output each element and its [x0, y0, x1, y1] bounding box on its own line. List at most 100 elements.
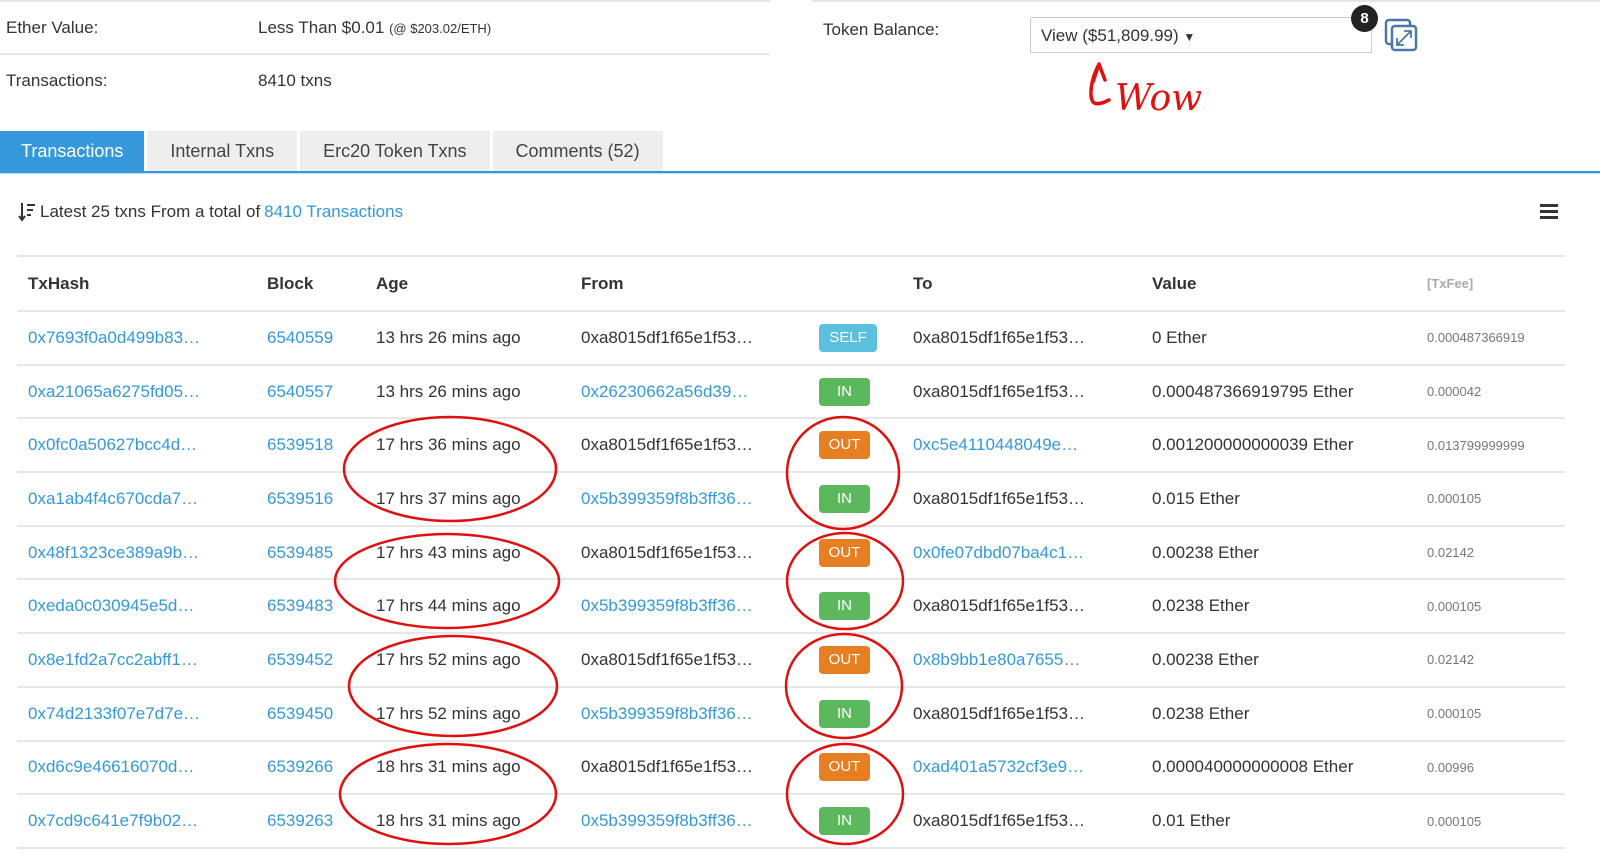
col-txfee: [TxFee] — [1416, 255, 1565, 312]
token-count-badge: 8 — [1351, 5, 1378, 32]
to-address: 0xa8015df1f65e1f53… — [913, 703, 1086, 723]
txhash-link[interactable]: 0x74d2133f07e7d7e… — [28, 704, 200, 723]
block-link[interactable]: 6539516 — [267, 489, 333, 508]
wow-text: Wow! — [1115, 78, 1205, 119]
value-cell: 0 Ether — [1141, 311, 1416, 366]
age-cell: 18 hrs 31 mins ago — [365, 794, 570, 849]
direction-badge: IN — [819, 592, 870, 621]
block-link[interactable]: 6539266 — [267, 757, 333, 776]
token-balance-label: Token Balance: — [823, 20, 940, 39]
from-address[interactable]: 0x5b399359f8b3ff36… — [581, 704, 753, 723]
sort-icon[interactable] — [18, 202, 36, 222]
txfee-cell: 0.000105 — [1416, 794, 1565, 849]
table-row: 0x7cd9c641e7f9b02… 6539263 18 hrs 31 min… — [17, 794, 1565, 849]
tab-transactions[interactable]: Transactions — [0, 131, 145, 172]
txhash-link[interactable]: 0x7cd9c641e7f9b02… — [28, 811, 198, 830]
txfee-cell: 0.000105 — [1416, 686, 1565, 742]
table-row: 0xd6c9e46616070d… 6539266 18 hrs 31 mins… — [17, 740, 1565, 796]
age-cell: 17 hrs 52 mins ago — [365, 633, 570, 688]
transactions-table: TxHash Block Age From To Value [TxFee] 0… — [17, 255, 1565, 849]
to-address: 0xa8015df1f65e1f53… — [913, 327, 1086, 347]
value-cell: 0.001200000000039 Ether — [1141, 418, 1416, 474]
direction-badge: SELF — [819, 323, 877, 352]
to-address: 0xa8015df1f65e1f53… — [913, 381, 1086, 401]
ether-value-row: Ether Value: Less Than $0.01 (@ $203.02/… — [0, 0, 770, 53]
block-link[interactable]: 6539485 — [267, 543, 333, 562]
txhash-link[interactable]: 0xd6c9e46616070d… — [28, 757, 194, 776]
to-address[interactable]: 0x0fe07dbd07ba4c1… — [913, 543, 1084, 562]
tab-internal-txns[interactable]: Internal Txns — [147, 131, 298, 172]
table-row: 0x8e1fd2a7cc2abff1… 6539452 17 hrs 52 mi… — [17, 633, 1565, 688]
col-age: Age — [365, 255, 570, 312]
age-cell: 17 hrs 52 mins ago — [365, 686, 570, 742]
col-from: From — [570, 255, 808, 312]
txhash-link[interactable]: 0x48f1323ce389a9b… — [28, 543, 199, 562]
expand-icon[interactable] — [1384, 18, 1418, 52]
to-address: 0xa8015df1f65e1f53… — [913, 596, 1086, 616]
direction-badge: OUT — [819, 753, 870, 782]
block-link[interactable]: 6539518 — [267, 435, 333, 454]
block-link[interactable]: 6539450 — [267, 704, 333, 723]
value-cell: 0.0238 Ether — [1141, 686, 1416, 742]
to-address: 0xa8015df1f65e1f53… — [913, 811, 1086, 831]
txhash-link[interactable]: 0xa21065a6275fd05… — [28, 382, 200, 401]
block-link[interactable]: 6539452 — [267, 650, 333, 669]
value-cell: 0.000040000000008 Ether — [1141, 740, 1416, 796]
to-address[interactable]: 0x8b9bb1e80a7655… — [913, 650, 1080, 669]
value-cell: 0.01 Ether — [1141, 794, 1416, 849]
txhash-link[interactable]: 0x7693f0a0d499b83… — [28, 328, 200, 347]
txfee-cell: 0.00996 — [1416, 740, 1565, 796]
to-address[interactable]: 0xc5e4110448049e… — [913, 435, 1078, 454]
to-address[interactable]: 0xad401a5732cf3e9… — [913, 757, 1084, 776]
ether-value-label: Ether Value: — [6, 18, 99, 37]
txfee-cell: 0.02142 — [1416, 633, 1565, 688]
direction-badge: OUT — [819, 538, 870, 567]
from-address: 0xa8015df1f65e1f53… — [581, 649, 754, 669]
age-cell: 17 hrs 44 mins ago — [365, 579, 570, 635]
table-row: 0xa21065a6275fd05… 6540557 13 hrs 26 min… — [17, 364, 1565, 420]
block-link[interactable]: 6540559 — [267, 328, 333, 347]
age-cell: 17 hrs 43 mins ago — [365, 525, 570, 581]
value-cell: 0.0238 Ether — [1141, 579, 1416, 635]
table-header: TxHash Block Age From To Value [TxFee] — [17, 255, 1565, 312]
from-address[interactable]: 0x5b399359f8b3ff36… — [581, 596, 753, 615]
block-link[interactable]: 6540557 — [267, 382, 333, 401]
token-balance-dropdown[interactable]: View ($51,809.99) ▼ — [1030, 17, 1372, 53]
direction-badge: IN — [819, 699, 870, 728]
transactions-label: Transactions: — [6, 71, 108, 90]
ether-value: Less Than $0.01 — [258, 18, 385, 37]
txfee-cell: 0.000105 — [1416, 472, 1565, 527]
divider — [812, 0, 1600, 2]
col-value: Value — [1141, 255, 1416, 312]
tab-comments[interactable]: Comments (52) — [492, 131, 663, 172]
direction-badge: OUT — [819, 645, 870, 674]
all-transactions-link[interactable]: 8410 Transactions — [264, 202, 403, 222]
value-cell: 0.000487366919795 Ether — [1141, 364, 1416, 420]
block-link[interactable]: 6539483 — [267, 596, 333, 615]
token-balance-value: View ($51,809.99) — [1041, 26, 1179, 45]
age-cell: 18 hrs 31 mins ago — [365, 740, 570, 796]
age-cell: 13 hrs 26 mins ago — [365, 311, 570, 366]
wow-annotation: Wow! — [1089, 62, 1205, 119]
txhash-link[interactable]: 0x8e1fd2a7cc2abff1… — [28, 650, 198, 669]
from-address[interactable]: 0x26230662a56d39… — [581, 382, 748, 401]
txn-summary: Latest 25 txns From a total of 8410 Tran… — [18, 202, 403, 222]
from-address: 0xa8015df1f65e1f53… — [581, 757, 754, 777]
age-cell: 17 hrs 37 mins ago — [365, 472, 570, 527]
caret-down-icon: ▼ — [1183, 30, 1196, 44]
txfee-cell: 0.000042 — [1416, 364, 1565, 420]
from-address[interactable]: 0x5b399359f8b3ff36… — [581, 811, 753, 830]
block-link[interactable]: 6539263 — [267, 811, 333, 830]
table-row: 0x74d2133f07e7d7e… 6539450 17 hrs 52 min… — [17, 686, 1565, 742]
age-cell: 17 hrs 36 mins ago — [365, 418, 570, 474]
col-block: Block — [256, 255, 365, 312]
transactions-row: Transactions: 8410 txns — [0, 53, 770, 106]
tab-erc20-token-txns[interactable]: Erc20 Token Txns — [300, 131, 490, 172]
menu-icon[interactable] — [1540, 204, 1558, 220]
txhash-link[interactable]: 0x0fc0a50627bcc4d… — [28, 435, 197, 454]
txhash-link[interactable]: 0xa1ab4f4c670cda7… — [28, 489, 198, 508]
txhash-link[interactable]: 0xeda0c030945e5d… — [28, 596, 194, 615]
txfee-cell: 0.000105 — [1416, 579, 1565, 635]
transactions-value: 8410 txns — [258, 71, 332, 90]
from-address[interactable]: 0x5b399359f8b3ff36… — [581, 489, 753, 508]
